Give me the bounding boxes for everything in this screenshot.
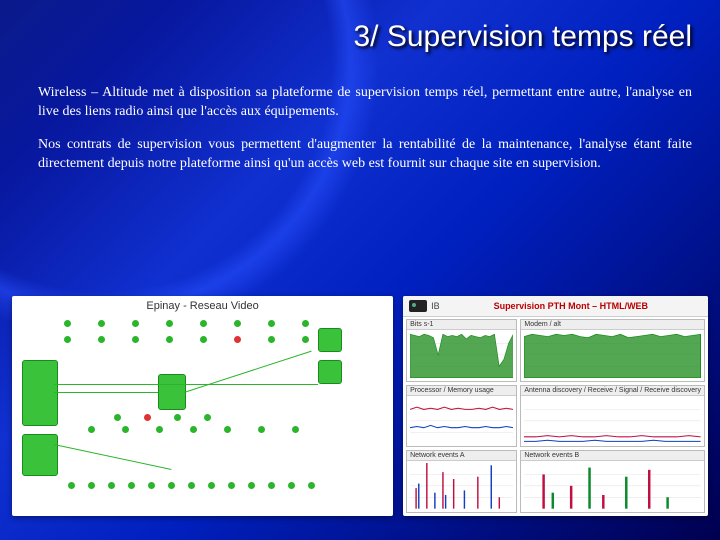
panel-title: Modem / alt [521, 320, 704, 330]
network-node-dot [114, 414, 121, 421]
network-node-dot [88, 426, 95, 433]
dashboard-panel: Network events B [520, 450, 705, 513]
diagram-title: Epinay - Reseau Video [146, 300, 258, 312]
network-node-dot [292, 426, 299, 433]
dashboard-screenshot: IB Supervision PTH Mont – HTML/WEB Bits … [403, 296, 708, 516]
panel-title: Antenna discovery / Receive / Signal / R… [521, 386, 704, 396]
network-node-dot [68, 482, 75, 489]
network-node-dot [288, 482, 295, 489]
dashboard-panel: Bits s-1 [406, 319, 517, 382]
network-node-dot [128, 482, 135, 489]
network-node-dot [268, 482, 275, 489]
panel-title: Network events B [521, 451, 704, 461]
paragraph-1: Wireless – Altitude met à disposition sa… [38, 84, 692, 122]
panel-title: Bits s-1 [407, 320, 516, 330]
network-node-dot [166, 336, 173, 343]
paragraph-2: Nos contrats de supervision vous permett… [38, 136, 692, 174]
network-node-dot [234, 320, 241, 327]
network-node-dot [268, 320, 275, 327]
slide-body: Wireless – Altitude met à disposition sa… [38, 84, 692, 188]
network-node-dot [108, 482, 115, 489]
dashboard-panel: Processor / Memory usage [406, 385, 517, 448]
network-node-dot [204, 414, 211, 421]
network-diagram-screenshot: Epinay - Reseau Video [12, 296, 393, 516]
network-node-dot [122, 426, 129, 433]
network-node-dot [88, 482, 95, 489]
network-node-dot [64, 320, 71, 327]
network-node-dot [144, 414, 151, 421]
dashboard-panel: Network events A [406, 450, 517, 513]
network-node-dot [224, 426, 231, 433]
network-node-dot [302, 336, 309, 343]
network-node-dot [132, 336, 139, 343]
panel-chart [410, 332, 513, 378]
dashboard-panel: Modem / alt [520, 319, 705, 382]
network-node-dot [98, 336, 105, 343]
network-node-dot [308, 482, 315, 489]
panel-title: Processor / Memory usage [407, 386, 516, 396]
network-node-dot [166, 320, 173, 327]
network-node-dot [156, 426, 163, 433]
network-node-dot [228, 482, 235, 489]
network-node-dot [234, 336, 241, 343]
network-node-dot [168, 482, 175, 489]
panel-chart [524, 463, 701, 509]
panel-chart [524, 398, 701, 444]
network-node-dot [200, 320, 207, 327]
slide-title: 3/ Supervision temps réel [354, 20, 693, 54]
panel-chart [524, 332, 701, 378]
network-node-dot [188, 482, 195, 489]
brand-label: IB [431, 301, 440, 311]
network-node-dot [174, 414, 181, 421]
network-node-dot [248, 482, 255, 489]
network-node-dot [258, 426, 265, 433]
panel-chart [410, 398, 513, 444]
network-node-dot [132, 320, 139, 327]
network-node-dot [98, 320, 105, 327]
network-node-dot [64, 336, 71, 343]
network-node-dot [200, 336, 207, 343]
network-node-dot [190, 426, 197, 433]
brand-logo-icon [409, 300, 427, 312]
network-node-dot [302, 320, 309, 327]
network-node-dot [148, 482, 155, 489]
network-node-dot [268, 336, 275, 343]
dashboard-title: Supervision PTH Mont – HTML/WEB [440, 301, 702, 311]
panel-chart [410, 463, 513, 509]
dashboard-panel: Antenna discovery / Receive / Signal / R… [520, 385, 705, 448]
panel-title: Network events A [407, 451, 516, 461]
network-node-dot [208, 482, 215, 489]
